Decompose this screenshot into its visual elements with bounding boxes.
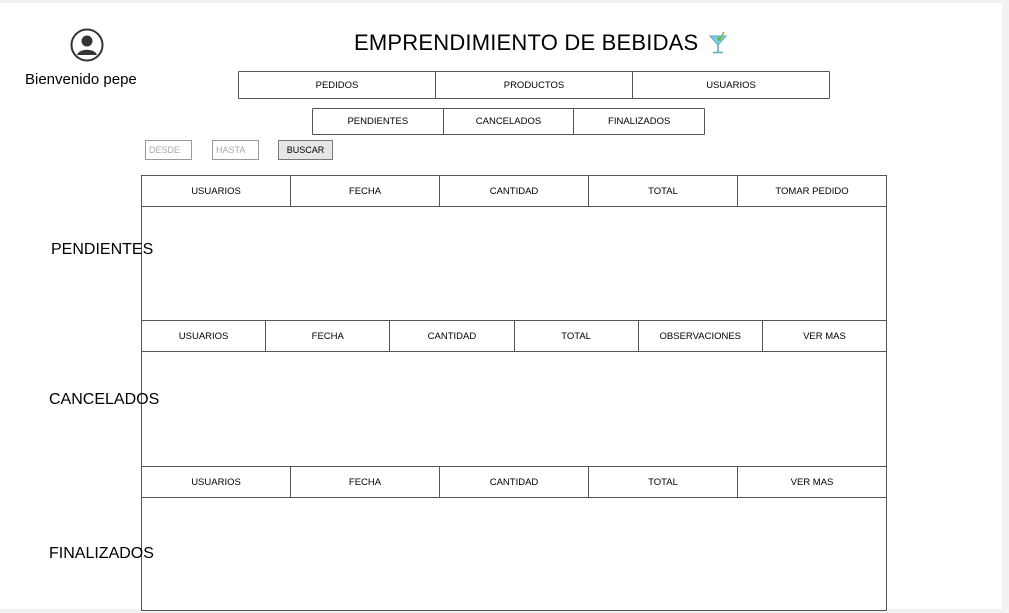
column-header-cantidad: CANTIDAD: [440, 467, 589, 497]
nav-pedidos[interactable]: PEDIDOS: [239, 72, 436, 98]
main-nav: PEDIDOS PRODUCTOS USUARIOS: [238, 71, 830, 99]
column-header-fecha: FECHA: [291, 467, 440, 497]
pending-section-label: PENDIENTES: [51, 241, 154, 258]
page-title: EMPRENDIMIENTO DE BEBIDAS: [354, 30, 699, 55]
pending-table-body: [141, 206, 887, 321]
tab-cancelados[interactable]: CANCELADOS: [444, 109, 575, 134]
column-header-cantidad: CANTIDAD: [390, 321, 515, 351]
nav-usuarios[interactable]: USUARIOS: [633, 72, 829, 98]
finished-table-body: [141, 497, 887, 611]
column-header-observaciones: OBSERVACIONES: [639, 321, 763, 351]
column-header-total: TOTAL: [515, 321, 639, 351]
tab-pendientes[interactable]: PENDIENTES: [313, 109, 444, 134]
column-header-tomar-pedido: TOMAR PEDIDO: [775, 185, 849, 197]
column-header-total: TOTAL: [589, 467, 738, 497]
column-header-ver-mas: VER MAS: [790, 476, 834, 488]
welcome-text: Bienvenido pepe: [25, 71, 137, 88]
finished-section-label: FINALIZADOS: [49, 545, 154, 562]
to-date-input[interactable]: [212, 140, 259, 160]
column-header-usuarios: USUARIOS: [142, 176, 291, 206]
finished-table-header: USUARIOS FECHA CANTIDAD TOTAL VER MAS: [141, 466, 887, 498]
cancelled-table-header: USUARIOS FECHA CANTIDAD TOTAL OBSERVACIO…: [141, 320, 887, 352]
column-header-fecha: FECHA: [291, 176, 440, 206]
user-avatar-icon[interactable]: [70, 28, 104, 62]
column-header-fecha: FECHA: [266, 321, 391, 351]
from-date-input[interactable]: [145, 140, 192, 160]
cocktail-glass-icon: [707, 31, 729, 55]
tab-finalizados[interactable]: FINALIZADOS: [574, 109, 704, 134]
column-header-ver-mas: VER MAS: [803, 330, 846, 342]
search-button[interactable]: BUSCAR: [278, 140, 333, 160]
column-header-usuarios: USUARIOS: [142, 467, 291, 497]
page-canvas: Bienvenido pepe EMPRENDIMIENTO DE BEBIDA…: [0, 3, 1002, 611]
cancelled-table-body: [141, 351, 887, 467]
column-header-total: TOTAL: [589, 176, 738, 206]
cancelled-section-label: CANCELADOS: [49, 391, 160, 408]
pending-table-header: USUARIOS FECHA CANTIDAD TOTAL TOMAR PEDI…: [141, 175, 887, 207]
status-nav: PENDIENTES CANCELADOS FINALIZADOS: [312, 108, 705, 135]
column-header-usuarios: USUARIOS: [142, 321, 267, 351]
column-header-cantidad: CANTIDAD: [440, 176, 589, 206]
nav-productos[interactable]: PRODUCTOS: [436, 72, 633, 98]
